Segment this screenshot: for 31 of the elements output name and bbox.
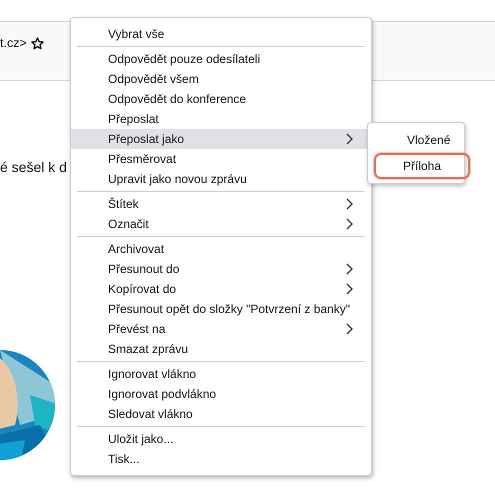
chevron-right-icon bbox=[346, 198, 353, 210]
menu-item[interactable]: Upravit jako novou zprávu bbox=[71, 169, 371, 189]
star-icon[interactable] bbox=[30, 37, 44, 50]
menu-item[interactable]: Odpovědět do konference bbox=[71, 89, 371, 109]
menu-item[interactable]: Kopírovat do bbox=[71, 279, 371, 299]
menu-item[interactable]: Odpovědět všem bbox=[71, 69, 371, 89]
chevron-right-icon bbox=[346, 283, 353, 295]
menu-item[interactable]: Sledovat vlákno bbox=[71, 404, 371, 424]
menu-item[interactable]: Ignorovat vlákno bbox=[71, 364, 371, 384]
menu-item[interactable]: Smazat zprávu bbox=[71, 339, 371, 359]
chevron-right-icon bbox=[346, 263, 353, 275]
menu-item[interactable]: Příloha bbox=[374, 153, 470, 179]
menu-item[interactable]: Tisk... bbox=[71, 449, 371, 469]
menu-item[interactable]: Přeposlat bbox=[71, 109, 371, 129]
menu-item[interactable]: Vložené bbox=[370, 127, 462, 153]
message-text: é sešel k d bbox=[0, 159, 67, 175]
menu-item[interactable]: Štítek bbox=[71, 194, 371, 214]
menu-item[interactable]: Převést na bbox=[71, 319, 371, 339]
menu-item[interactable]: Odpovědět pouze odesílateli bbox=[71, 49, 371, 69]
menu-item[interactable]: Přesunout do bbox=[71, 259, 371, 279]
menu-item[interactable]: Vybrat vše bbox=[71, 24, 371, 44]
menu-item[interactable]: Přesunout opět do složky "Potvrzení z banky" bbox=[71, 299, 371, 319]
chevron-right-icon bbox=[346, 133, 353, 145]
chevron-right-icon bbox=[346, 323, 353, 335]
menu-item[interactable]: Označit bbox=[71, 214, 371, 234]
menu-item[interactable]: Uložit jako... bbox=[71, 429, 371, 449]
menu-item[interactable]: Archivovat bbox=[71, 239, 371, 259]
sender-address: t.cz> bbox=[0, 36, 27, 50]
menu-item[interactable]: Přesměrovat bbox=[71, 149, 371, 169]
chevron-right-icon bbox=[346, 218, 353, 230]
menu-item[interactable]: Ignorovat podvlákno bbox=[71, 384, 371, 404]
